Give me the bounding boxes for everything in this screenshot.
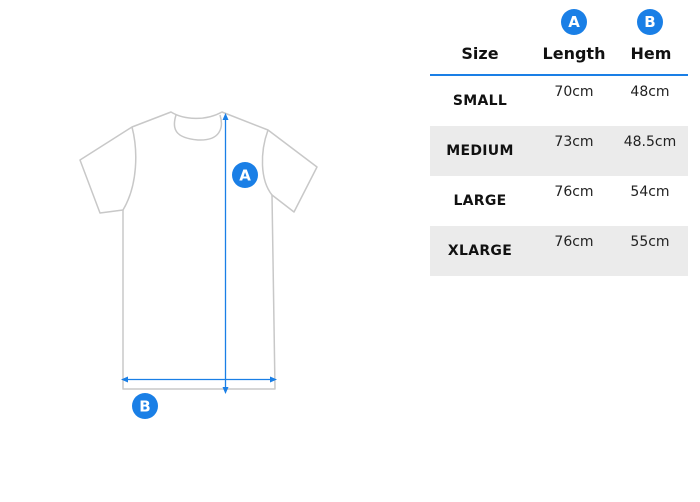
row-size: XLARGE xyxy=(447,243,513,259)
length-badge: A xyxy=(561,9,587,35)
table-body: SMALL 70cm 48cm MEDIUM 73cm 48.5cm LARGE… xyxy=(430,76,688,276)
tshirt-diagram: A B xyxy=(79,111,318,419)
hem-badge: B xyxy=(637,9,663,35)
marker-b: B xyxy=(132,393,158,419)
table-row: MEDIUM 73cm 48.5cm xyxy=(430,126,688,176)
row-hem: 48.5cm xyxy=(623,134,677,150)
row-hem: 55cm xyxy=(630,234,670,250)
header-hem: Hem xyxy=(630,44,672,63)
header-size: Size xyxy=(461,44,499,63)
marker-a: A xyxy=(232,162,258,188)
length-badge-column: A xyxy=(561,9,587,35)
table-row: XLARGE 76cm 55cm xyxy=(430,226,688,276)
row-length: 76cm xyxy=(554,184,594,200)
row-length: 70cm xyxy=(554,84,594,100)
hem-badge-column: B xyxy=(637,9,663,35)
row-length: 73cm xyxy=(554,134,594,150)
row-length: 76cm xyxy=(554,234,594,250)
row-hem: 54cm xyxy=(630,184,670,200)
svg-text:B: B xyxy=(139,398,150,416)
row-size: SMALL xyxy=(452,93,508,109)
tshirt-outline xyxy=(79,111,318,390)
svg-text:A: A xyxy=(239,167,251,185)
header-length: Length xyxy=(542,44,606,63)
row-size: LARGE xyxy=(453,193,507,209)
size-chart-table: A B Size Length Hem SMALL 70cm 48cm MEDI… xyxy=(430,0,690,300)
row-size: MEDIUM xyxy=(446,143,514,159)
table-row: SMALL 70cm 48cm xyxy=(430,76,688,126)
table-row: LARGE 76cm 54cm xyxy=(430,176,688,226)
row-hem: 48cm xyxy=(630,84,670,100)
table-header-row: Size Length Hem xyxy=(430,40,688,74)
